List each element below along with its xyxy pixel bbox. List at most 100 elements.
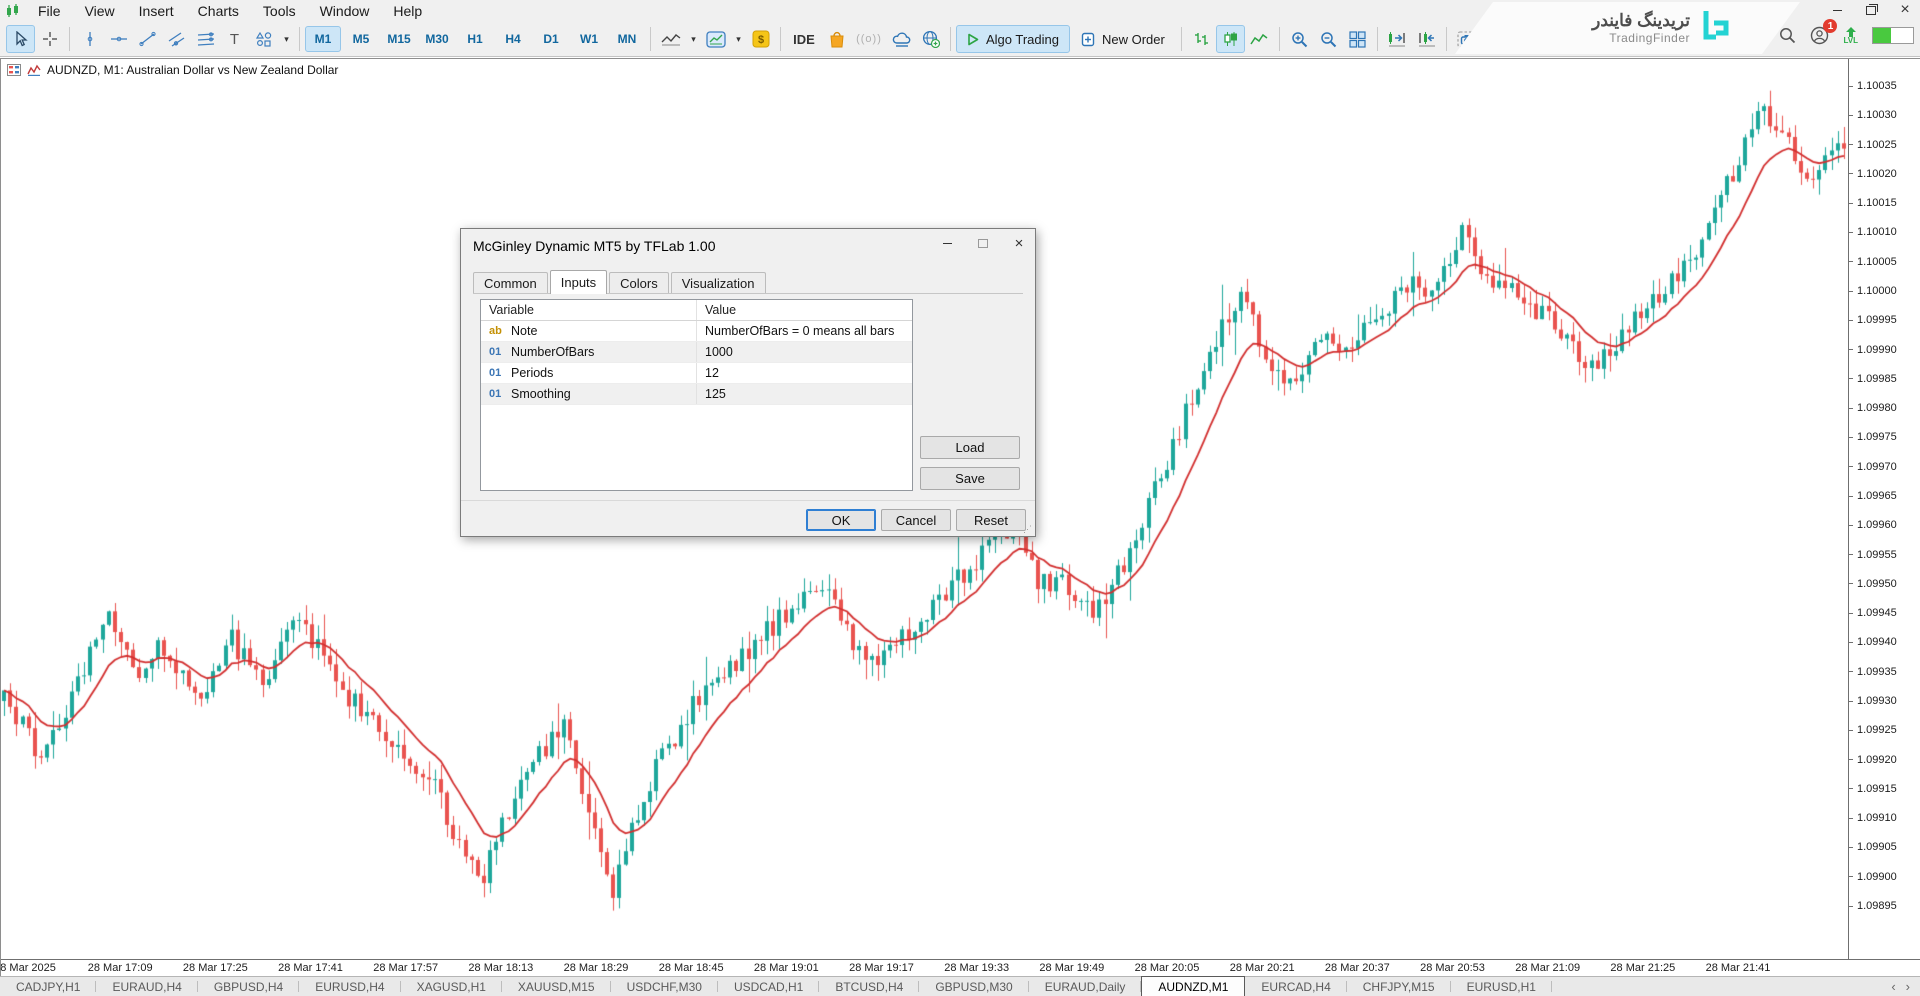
chart-tab-usdchf-m30[interactable]: USDCHF,M30	[611, 977, 718, 996]
chart-tab-gbpusd-h4[interactable]: GBPUSD,H4	[198, 977, 299, 996]
timeframe-m1-button[interactable]: M1	[305, 26, 341, 52]
menu-help[interactable]: Help	[381, 1, 434, 21]
scroll-tabs-right-button[interactable]: ›	[1906, 979, 1910, 994]
chart-tab-xagusd-h1[interactable]: XAGUSD,H1	[401, 977, 502, 996]
level-button[interactable]: LVL	[1843, 27, 1858, 45]
timeframe-h1-button[interactable]: H1	[457, 26, 493, 52]
dialog-maximize-button[interactable]	[975, 236, 991, 250]
signals-icon: ((o))	[856, 33, 882, 45]
trendline-tool-button[interactable]	[133, 25, 162, 53]
value-cell[interactable]: 1000	[697, 342, 912, 362]
dialog-close-button[interactable]: ×	[1011, 236, 1027, 250]
shapes-tool-button[interactable]	[249, 25, 278, 53]
timeframe-h4-button[interactable]: H4	[495, 26, 531, 52]
chart-tab-chfjpy-m15[interactable]: CHFJPY,M15	[1347, 977, 1451, 996]
toolbar-separator	[780, 27, 781, 51]
tile-windows-button[interactable]	[1343, 25, 1372, 53]
price-tick-label: 1.09930	[1849, 695, 1920, 707]
ok-button[interactable]: OK	[806, 509, 876, 531]
market-button[interactable]	[822, 25, 851, 53]
notification-badge: 1	[1823, 19, 1837, 33]
menu-file[interactable]: File	[26, 1, 73, 21]
line-chart-mode-button[interactable]	[1245, 25, 1274, 53]
timeframe-m30-button[interactable]: M30	[419, 26, 455, 52]
text-tool-button[interactable]: T	[220, 25, 249, 53]
time-tick-label: 28 Mar 18:13	[468, 962, 533, 974]
bar-chart-mode-button[interactable]	[1187, 25, 1216, 53]
restore-button[interactable]	[1862, 2, 1880, 18]
chart-tab-euraud-h4[interactable]: EURAUD,H4	[96, 977, 197, 996]
dialog-tab-inputs[interactable]: Inputs	[550, 270, 607, 294]
reset-button[interactable]: Reset	[956, 509, 1026, 531]
cloud-button[interactable]	[887, 25, 916, 53]
value-cell[interactable]: 12	[697, 363, 912, 383]
new-order-button[interactable]: New Order	[1070, 25, 1176, 53]
indicators-dropdown-button[interactable]: ▾	[685, 25, 701, 53]
dialog-tab-common[interactable]: Common	[473, 272, 548, 293]
vertical-line-tool-button[interactable]	[75, 25, 104, 53]
menu-charts[interactable]: Charts	[186, 1, 251, 21]
value-cell[interactable]: 125	[697, 384, 912, 404]
menu-window[interactable]: Window	[308, 1, 382, 21]
chart-tab-bar: CADJPY,H1EURAUD,H4GBPUSD,H4EURUSD,H4XAGU…	[0, 976, 1920, 996]
chart-tab-euraud-daily[interactable]: EURAUD,Daily	[1029, 977, 1142, 996]
scroll-tabs-left-button[interactable]: ‹	[1891, 979, 1895, 994]
chart-tab-eurusd-h4[interactable]: EURUSD,H4	[299, 977, 400, 996]
objects-button[interactable]	[701, 25, 730, 53]
auto-scroll-button[interactable]	[1412, 25, 1441, 53]
shift-end-button[interactable]	[1383, 25, 1412, 53]
menu-insert[interactable]: Insert	[127, 1, 186, 21]
input-row-note[interactable]: abNoteNumberOfBars = 0 means all bars	[481, 321, 912, 342]
equidistant-lines-tool-button[interactable]	[191, 25, 220, 53]
search-icon[interactable]	[1779, 27, 1796, 44]
chart-tab-eurcad-h4[interactable]: EURCAD,H4	[1245, 977, 1346, 996]
menu-view[interactable]: View	[73, 1, 127, 21]
finance-button[interactable]: $	[746, 25, 775, 53]
input-row-periods[interactable]: 01Periods12	[481, 363, 912, 384]
menu-tools[interactable]: Tools	[251, 1, 308, 21]
zoom-out-button[interactable]	[1314, 25, 1343, 53]
chart-tab-gbpusd-m30[interactable]: GBPUSD,M30	[919, 977, 1028, 996]
algo-trading-button[interactable]: Algo Trading	[956, 25, 1070, 53]
channel-tool-button[interactable]	[162, 25, 191, 53]
input-row-numberofbars[interactable]: 01NumberOfBars1000	[481, 342, 912, 363]
timeframe-m5-button[interactable]: M5	[343, 26, 379, 52]
zoom-in-button[interactable]	[1285, 25, 1314, 53]
load-button[interactable]: Load	[920, 436, 1020, 459]
quotes-icon[interactable]	[7, 64, 21, 76]
chart-tab-btcusd-h4[interactable]: BTCUSD,H4	[819, 977, 919, 996]
timeframe-m15-button[interactable]: M15	[381, 26, 417, 52]
chart-tab-audnzd-m1[interactable]: AUDNZD,M1	[1141, 976, 1245, 996]
signals-button[interactable]: ((o))	[851, 25, 887, 53]
value-cell[interactable]: NumberOfBars = 0 means all bars	[697, 321, 912, 341]
chart-tab-cadjpy-h1[interactable]: CADJPY,H1	[0, 977, 96, 996]
timeframe-mn-button[interactable]: MN	[609, 26, 645, 52]
profile-button[interactable]: 1	[1810, 26, 1829, 45]
dialog-minimize-button[interactable]	[939, 236, 955, 250]
ide-button[interactable]: IDE	[786, 25, 822, 53]
chart-tab-xauusd-m15[interactable]: XAUUSD,M15	[502, 977, 611, 996]
horizontal-line-tool-button[interactable]	[104, 25, 133, 53]
shapes-dropdown-button[interactable]: ▾	[278, 25, 294, 53]
cursor-tool-button[interactable]	[6, 25, 35, 53]
timeframe-d1-button[interactable]: D1	[533, 26, 569, 52]
dialog-tab-visualization[interactable]: Visualization	[671, 272, 766, 293]
price-tick-label: 1.10020	[1849, 168, 1920, 180]
minimize-button[interactable]	[1828, 2, 1846, 18]
dialog-resize-grip[interactable]: ⋰	[1023, 524, 1033, 534]
chart-tab-usdcad-h1[interactable]: USDCAD,H1	[718, 977, 819, 996]
save-button[interactable]: Save	[920, 467, 1020, 490]
timeframe-w1-button[interactable]: W1	[571, 26, 607, 52]
close-button[interactable]: ×	[1896, 2, 1914, 18]
candlestick-mode-button[interactable]	[1216, 25, 1245, 53]
indicators-button[interactable]	[656, 25, 685, 53]
dialog-tab-colors[interactable]: Colors	[609, 272, 669, 293]
price-axis[interactable]: 1.100351.100301.100251.100201.100151.100…	[1848, 59, 1920, 959]
community-button[interactable]	[916, 25, 945, 53]
objects-dropdown-button[interactable]: ▾	[730, 25, 746, 53]
cancel-button[interactable]: Cancel	[881, 509, 951, 531]
crosshair-tool-button[interactable]	[35, 25, 64, 53]
chart-tab-eurusd-h1[interactable]: EURUSD,H1	[1451, 977, 1552, 996]
input-row-smoothing[interactable]: 01Smoothing125	[481, 384, 912, 405]
depth-of-market-icon[interactable]	[27, 64, 41, 76]
